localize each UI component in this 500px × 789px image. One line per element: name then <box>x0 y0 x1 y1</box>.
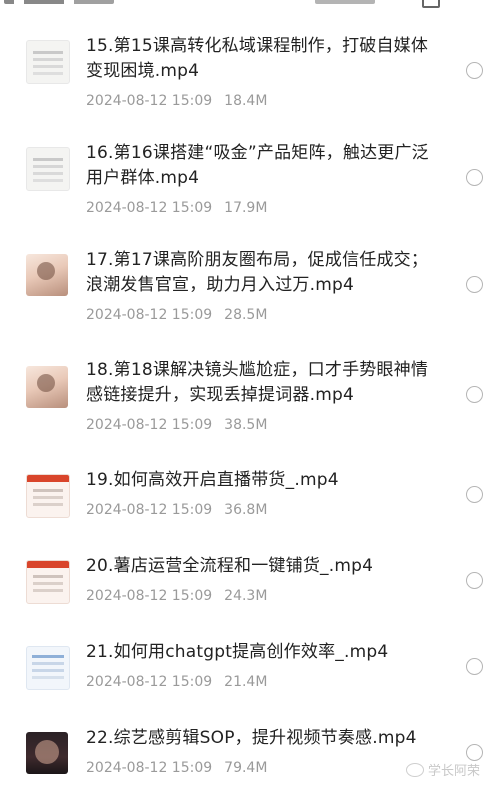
file-date: 2024-08-12 15:09 <box>86 307 213 323</box>
file-name-line-1: 16.第16课搭建“吸金”产品矩阵，触达更广泛 <box>86 143 429 163</box>
file-date: 2024-08-12 15:09 <box>86 502 213 518</box>
file-info: 18.第18课解决镜头尴尬症，口才手势眼神情 感链接提升，实现丢掉提词器.mp4… <box>86 358 446 434</box>
file-size: 24.3M <box>224 588 268 604</box>
file-name: 17.第17课高阶朋友圈布局，促成信任成交； 浪潮发售官宣，助力月入过万.mp4 <box>86 248 446 298</box>
file-meta: 2024-08-12 15:09 21.4M <box>86 673 446 691</box>
file-list-item[interactable]: 16.第16课搭建“吸金”产品矩阵，触达更广泛 用户群体.mp4 2024-08… <box>0 127 500 234</box>
video-thumbnail-icon <box>26 474 70 518</box>
file-name: 21.如何用chatgpt提高创作效率_.mp4 <box>86 640 446 665</box>
video-thumbnail-icon <box>26 40 70 84</box>
file-name-line-2: 用户群体.mp4 <box>86 168 200 188</box>
file-size: 17.9M <box>224 200 268 216</box>
file-list-screen: 15.第15课高转化私域课程制作，打破自媒体 变现困境.mp4 2024-08-… <box>0 0 500 789</box>
file-info: 20.薯店运营全流程和一键铺货_.mp4 2024-08-12 15:09 24.… <box>86 554 446 605</box>
file-date: 2024-08-12 15:09 <box>86 760 213 776</box>
file-meta: 2024-08-12 15:09 17.9M <box>86 199 446 217</box>
file-name-line-1: 22.综艺感剪辑SOP，提升视频节奏感.mp4 <box>86 728 417 748</box>
file-size: 28.5M <box>224 307 268 323</box>
file-info: 22.综艺感剪辑SOP，提升视频节奏感.mp4 2024-08-12 15:09… <box>86 726 446 777</box>
video-thumbnail-icon <box>26 147 70 191</box>
select-radio-icon[interactable] <box>466 169 483 186</box>
file-date: 2024-08-12 15:09 <box>86 588 213 604</box>
select-radio-icon[interactable] <box>466 62 483 79</box>
file-name: 20.薯店运营全流程和一键铺货_.mp4 <box>86 554 446 579</box>
file-info: 17.第17课高阶朋友圈布局，促成信任成交； 浪潮发售官宣，助力月入过万.mp4… <box>86 248 446 324</box>
file-name-line-1: 18.第18课解决镜头尴尬症，口才手势眼神情 <box>86 360 429 380</box>
select-radio-icon[interactable] <box>466 658 483 675</box>
video-thumbnail-icon <box>26 560 70 604</box>
file-name-line-1: 17.第17课高阶朋友圈布局，促成信任成交； <box>86 250 429 270</box>
file-info: 16.第16课搭建“吸金”产品矩阵，触达更广泛 用户群体.mp4 2024-08… <box>86 141 446 217</box>
file-name: 16.第16课搭建“吸金”产品矩阵，触达更广泛 用户群体.mp4 <box>86 141 446 191</box>
file-list-item[interactable]: 20.薯店运营全流程和一键铺货_.mp4 2024-08-12 15:09 24.… <box>0 540 500 626</box>
video-thumbnail-icon <box>26 366 68 408</box>
file-list-item[interactable]: 17.第17课高阶朋友圈布局，促成信任成交； 浪潮发售官宣，助力月入过万.mp4… <box>0 234 500 344</box>
file-meta: 2024-08-12 15:09 24.3M <box>86 587 446 605</box>
file-size: 79.4M <box>224 760 268 776</box>
file-name-line-1: 19.如何高效开启直播带货_.mp4 <box>86 470 339 490</box>
file-info: 15.第15课高转化私域课程制作，打破自媒体 变现困境.mp4 2024-08-… <box>86 34 446 110</box>
file-list: 15.第15课高转化私域课程制作，打破自媒体 变现困境.mp4 2024-08-… <box>0 20 500 789</box>
file-list-item[interactable]: 19.如何高效开启直播带货_.mp4 2024-08-12 15:09 36.8M <box>0 454 500 540</box>
file-info: 19.如何高效开启直播带货_.mp4 2024-08-12 15:09 36.8M <box>86 468 446 519</box>
watermark-text: 学长阿荣 <box>428 764 481 779</box>
sort-control-fragment[interactable] <box>315 0 375 4</box>
select-radio-icon[interactable] <box>466 744 483 761</box>
top-bar-left-fragment <box>4 0 114 4</box>
file-meta: 2024-08-12 15:09 79.4M <box>86 759 446 777</box>
file-name-line-2: 感链接提升，实现丢掉提词器.mp4 <box>86 385 354 405</box>
file-name: 19.如何高效开启直播带货_.mp4 <box>86 468 446 493</box>
video-thumbnail-icon <box>26 254 68 296</box>
file-list-item[interactable]: 15.第15课高转化私域课程制作，打破自媒体 变现困境.mp4 2024-08-… <box>0 20 500 127</box>
select-radio-icon[interactable] <box>466 572 483 589</box>
file-date: 2024-08-12 15:09 <box>86 417 213 433</box>
top-bar-cut-off <box>0 0 500 8</box>
file-list-item[interactable]: 18.第18课解决镜头尴尬症，口才手势眼神情 感链接提升，实现丢掉提词器.mp4… <box>0 344 500 454</box>
file-name: 15.第15课高转化私域课程制作，打破自媒体 变现困境.mp4 <box>86 34 446 84</box>
file-name: 22.综艺感剪辑SOP，提升视频节奏感.mp4 <box>86 726 446 751</box>
file-info: 21.如何用chatgpt提高创作效率_.mp4 2024-08-12 15:0… <box>86 640 446 691</box>
file-name: 18.第18课解决镜头尴尬症，口才手势眼神情 感链接提升，实现丢掉提词器.mp4 <box>86 358 446 408</box>
file-size: 18.4M <box>224 93 268 109</box>
file-name-line-1: 15.第15课高转化私域课程制作，打破自媒体 <box>86 36 429 56</box>
file-size: 38.5M <box>224 417 268 433</box>
file-list-item[interactable]: 21.如何用chatgpt提高创作效率_.mp4 2024-08-12 15:0… <box>0 626 500 712</box>
file-meta: 2024-08-12 15:09 38.5M <box>86 416 446 434</box>
watermark: 学长阿荣 <box>406 760 480 779</box>
file-date: 2024-08-12 15:09 <box>86 200 213 216</box>
select-radio-icon[interactable] <box>466 486 483 503</box>
file-name-line-2: 浪潮发售官宣，助力月入过万.mp4 <box>86 275 354 295</box>
file-meta: 2024-08-12 15:09 36.8M <box>86 501 446 519</box>
file-name-line-1: 20.薯店运营全流程和一键铺货_.mp4 <box>86 556 374 576</box>
file-meta: 2024-08-12 15:09 18.4M <box>86 92 446 110</box>
video-thumbnail-icon <box>26 646 70 690</box>
grid-view-icon[interactable] <box>422 0 440 8</box>
file-name-line-2: 变现困境.mp4 <box>86 61 200 81</box>
file-date: 2024-08-12 15:09 <box>86 93 213 109</box>
file-size: 21.4M <box>224 674 268 690</box>
file-size: 36.8M <box>224 502 268 518</box>
select-radio-icon[interactable] <box>466 276 483 293</box>
file-meta: 2024-08-12 15:09 28.5M <box>86 306 446 324</box>
file-name-line-1: 21.如何用chatgpt提高创作效率_.mp4 <box>86 642 389 662</box>
select-radio-icon[interactable] <box>466 386 483 403</box>
file-date: 2024-08-12 15:09 <box>86 674 213 690</box>
weibo-icon <box>406 762 424 777</box>
video-thumbnail-icon <box>26 732 68 774</box>
